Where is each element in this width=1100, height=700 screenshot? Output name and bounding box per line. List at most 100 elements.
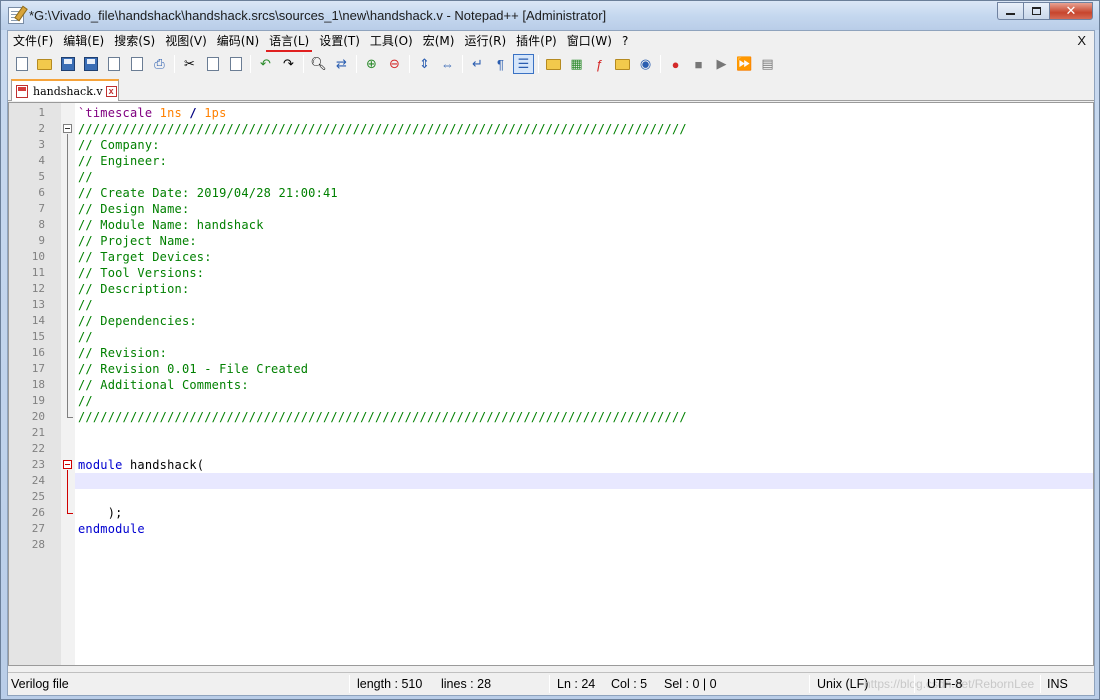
status-divider [549, 675, 550, 693]
status-insert-mode[interactable]: INS [1047, 677, 1068, 691]
title-bar[interactable]: *G:\Vivado_file\handshack\handshack.srcs… [1, 1, 1099, 30]
code-line-text: ////////////////////////////////////////… [78, 121, 687, 137]
code-line[interactable]: // Dependencies: [75, 313, 1093, 329]
code-line[interactable]: // Description: [75, 281, 1093, 297]
code-line[interactable]: // Revision 0.01 - File Created [75, 361, 1093, 377]
paste-button[interactable] [225, 54, 246, 74]
undo-button[interactable]: ↶ [255, 54, 276, 74]
indent-guide-button[interactable]: ☰ [513, 54, 534, 74]
code-line[interactable]: `timescale 1ns / 1ps [75, 105, 1093, 121]
code-line[interactable]: // [75, 393, 1093, 409]
close-window-button[interactable]: ✕ [1049, 2, 1093, 20]
menu-item-4[interactable]: 编码(N) [212, 31, 264, 51]
status-encoding[interactable]: UTF-8 [927, 677, 962, 691]
close-document-button[interactable]: X [1077, 33, 1086, 48]
play-macro-button[interactable]: ▶ [711, 54, 732, 74]
menu-item-6[interactable]: 设置(T) [314, 31, 365, 51]
print-button[interactable]: ⎙ [149, 54, 170, 74]
menu-item-10[interactable]: 插件(P) [511, 31, 562, 51]
zoom-out-button[interactable]: ⊖ [384, 54, 405, 74]
save-macro-button[interactable]: ▤ [757, 54, 778, 74]
code-line[interactable]: // [75, 169, 1093, 185]
word-wrap-button[interactable]: ↵ [467, 54, 488, 74]
editor-pane[interactable]: 1 `timescale 1ns / 1ps 2//////////////////… [8, 102, 1094, 666]
status-eol[interactable]: Unix (LF) [817, 677, 868, 691]
show-all-chars-button[interactable]: ¶ [490, 54, 511, 74]
code-line[interactable] [75, 537, 1093, 553]
menu-item-12[interactable]: ? [617, 31, 633, 51]
menu-item-3[interactable]: 视图(V) [160, 31, 212, 51]
code-line[interactable]: // Project Name: [75, 233, 1093, 249]
code-line[interactable]: // Engineer: [75, 153, 1093, 169]
sync-horizontal-button[interactable]: ⇔ [437, 54, 458, 74]
folder-workspace-button[interactable] [612, 54, 633, 74]
code-line[interactable]: // Design Name: [75, 201, 1093, 217]
code-token: // Create Date: 2019/04/28 21:00:41 [78, 186, 338, 200]
status-line-number: Ln : 24 [557, 677, 596, 691]
status-bar: Verilog file length : 510 lines : 28 Ln … [8, 672, 1094, 695]
code-line[interactable] [75, 473, 1093, 489]
line-number: 17 [31, 362, 45, 375]
code-line[interactable] [75, 489, 1093, 505]
code-line[interactable]: // [75, 329, 1093, 345]
line-number: 15 [31, 330, 45, 343]
new-file-button[interactable] [11, 54, 32, 74]
tab-label: handshack.v [33, 84, 103, 98]
function-list-button[interactable]: ƒ [589, 54, 610, 74]
code-line[interactable]: endmodule [75, 521, 1093, 537]
monitoring-button[interactable]: ◉ [635, 54, 656, 74]
sync-vertical-button[interactable]: ⇕ [414, 54, 435, 74]
code-line[interactable]: // Create Date: 2019/04/28 21:00:41 [75, 185, 1093, 201]
code-token: handshack( [122, 458, 205, 472]
code-line[interactable]: // [75, 297, 1093, 313]
code-line[interactable]: // Revision: [75, 345, 1093, 361]
save-macro-icon: ▤ [761, 56, 774, 71]
menu-item-5[interactable]: 语言(L) [264, 31, 314, 52]
save-all-button[interactable] [80, 54, 101, 74]
code-line[interactable]: // Additional Comments: [75, 377, 1093, 393]
menu-item-11[interactable]: 窗口(W) [562, 31, 617, 51]
code-line[interactable] [75, 425, 1093, 441]
code-line[interactable] [75, 441, 1093, 457]
print-icon: ⎙ [154, 56, 165, 71]
menu-item-8[interactable]: 宏(M) [418, 31, 460, 51]
open-file-button[interactable] [34, 54, 55, 74]
menu-item-9[interactable]: 运行(R) [459, 31, 511, 51]
close-all-button[interactable] [126, 54, 147, 74]
status-lines: lines : 28 [441, 677, 492, 691]
code-line[interactable]: // Company: [75, 137, 1093, 153]
toolbar-separator [303, 55, 304, 73]
record-macro-button[interactable]: ● [665, 54, 686, 74]
redo-button[interactable]: ↷ [278, 54, 299, 74]
menu-item-7[interactable]: 工具(O) [365, 31, 418, 51]
zoom-in-button[interactable]: ⊕ [361, 54, 382, 74]
tab-handshack-v[interactable]: handshack.v x [11, 79, 119, 101]
find-button[interactable]: 🔍︎ [308, 54, 329, 74]
code-line[interactable]: module handshack( [75, 457, 1093, 473]
stop-macro-button[interactable]: ■ [688, 54, 709, 74]
save-button[interactable] [57, 54, 78, 74]
doc-map-button[interactable]: ▦ [566, 54, 587, 74]
user-language-button[interactable] [543, 54, 564, 74]
code-line[interactable]: ////////////////////////////////////////… [75, 121, 1093, 137]
notepad-app-icon[interactable] [8, 7, 24, 24]
code-line[interactable]: // Tool Versions: [75, 265, 1093, 281]
code-line[interactable]: ); [75, 505, 1093, 521]
line-number: 6 [38, 186, 45, 199]
code-line[interactable]: // Target Devices: [75, 249, 1093, 265]
close-file-button[interactable] [103, 54, 124, 74]
replace-button[interactable]: ⇄ [331, 54, 352, 74]
sync-horizontal-icon: ⇔ [441, 56, 454, 72]
tab-close-button[interactable]: x [105, 85, 117, 97]
code-line[interactable]: ////////////////////////////////////////… [75, 409, 1093, 425]
maximize-button[interactable] [1023, 2, 1049, 20]
cut-button[interactable]: ✂ [179, 54, 200, 74]
copy-button[interactable] [202, 54, 223, 74]
run-macro-multiple-button[interactable]: ⏩ [734, 54, 755, 74]
code-line[interactable]: // Module Name: handshack [75, 217, 1093, 233]
undo-icon: ↶ [260, 56, 271, 71]
menu-item-2[interactable]: 搜索(S) [109, 31, 160, 51]
menu-item-1[interactable]: 编辑(E) [58, 31, 109, 51]
minimize-button[interactable] [997, 2, 1023, 20]
menu-item-0[interactable]: 文件(F) [8, 31, 58, 51]
